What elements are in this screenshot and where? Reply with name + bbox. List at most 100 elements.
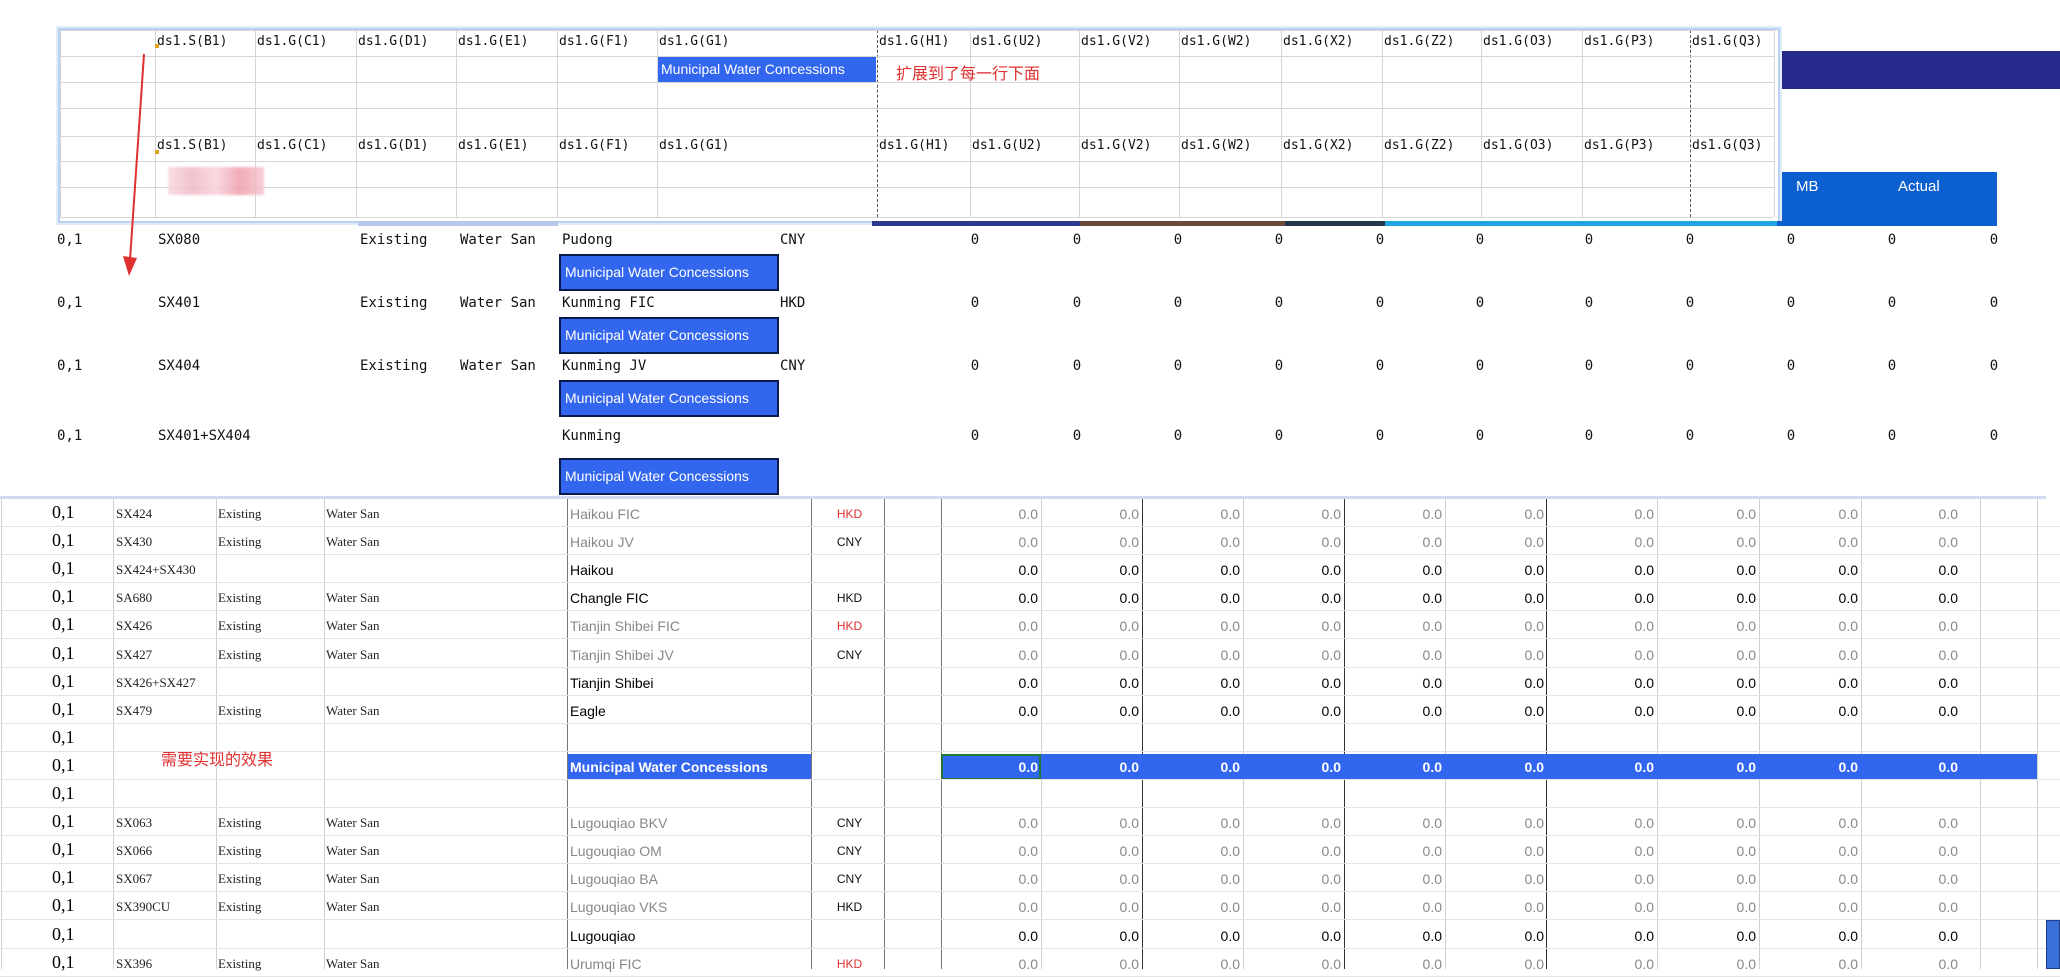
row-value[interactable]: 0.0	[1768, 836, 1858, 864]
row-value[interactable]: 0.0	[1251, 668, 1341, 696]
row-value[interactable]: 0.0	[1768, 696, 1858, 724]
row-value[interactable]: 0.0	[1454, 892, 1544, 920]
template-header-cell[interactable]: ds1.G(V2)	[1081, 34, 1151, 49]
template-header-cell[interactable]: ds1.S(B1)	[157, 34, 227, 49]
row-value[interactable]: 0.0	[1049, 527, 1139, 555]
template-header-cell[interactable]: ds1.G(C1)	[257, 138, 327, 153]
row-value[interactable]: 0.0	[1150, 949, 1240, 977]
row-value[interactable]: 0.0	[1251, 611, 1341, 639]
row-value[interactable]: 0.0	[1251, 499, 1341, 527]
row-value[interactable]: 0.0	[1564, 668, 1654, 696]
row-value[interactable]: 0.0	[1352, 836, 1442, 864]
row-value[interactable]: 0.0	[1352, 527, 1442, 555]
template-header-cell[interactable]: ds1.G(X2)	[1283, 34, 1353, 49]
row-value[interactable]: 0.0	[1564, 583, 1654, 611]
municipal-water-concessions-cell[interactable]: Municipal Water Concessions	[559, 254, 779, 291]
row-value[interactable]: 0.0	[948, 808, 1038, 836]
row-value[interactable]: 0.0	[1352, 668, 1442, 696]
row-value[interactable]: 0.0	[1049, 696, 1139, 724]
row-value[interactable]: 0.0	[1564, 752, 1654, 780]
template-header-cell[interactable]: ds1.G(U2)	[972, 138, 1042, 153]
template-header-cell[interactable]: ds1.G(D1)	[358, 34, 428, 49]
table-row[interactable]: 0,1 SX067 Existing Water San Lugouqiao BA CNY…	[0, 864, 2060, 892]
row-value[interactable]: 0.0	[1454, 499, 1544, 527]
row-value[interactable]: 0.0	[948, 752, 1038, 780]
row-value[interactable]: 0.0	[1868, 808, 1958, 836]
row-value[interactable]: 0.0	[1049, 836, 1139, 864]
table-row[interactable]: 0,1 SX424+SX430 Haikou 0.0 0.0 0.0 0.0 0.0 0.0 0.…	[0, 555, 2060, 583]
template-header-cell[interactable]: ds1.G(O3)	[1483, 138, 1553, 153]
row-value[interactable]: 0.0	[1768, 921, 1858, 949]
row-value[interactable]: 0.0	[1666, 555, 1756, 583]
row-value[interactable]: 0.0	[1352, 611, 1442, 639]
row-value[interactable]: 0.0	[1454, 864, 1544, 892]
row-value[interactable]: 0.0	[1666, 864, 1756, 892]
row-value[interactable]: 0.0	[1868, 583, 1958, 611]
row-value[interactable]: 0.0	[1868, 864, 1958, 892]
row-value[interactable]: 0.0	[1666, 836, 1756, 864]
row-value[interactable]: 0.0	[1666, 611, 1756, 639]
row-value[interactable]: 0.0	[1251, 864, 1341, 892]
row-value[interactable]: 0.0	[1454, 527, 1544, 555]
row-value[interactable]: 0.0	[1251, 696, 1341, 724]
row-value[interactable]: 0.0	[948, 892, 1038, 920]
row-value[interactable]: 0.0	[1251, 949, 1341, 977]
row-value[interactable]: 0.0	[1454, 696, 1544, 724]
template-header-cell[interactable]: ds1.G(G1)	[659, 138, 729, 153]
row-value[interactable]: 0.0	[1768, 499, 1858, 527]
row-value[interactable]: 0.0	[1666, 668, 1756, 696]
row-value[interactable]: 0.0	[1352, 696, 1442, 724]
row-value[interactable]: 0.0	[948, 836, 1038, 864]
row-value[interactable]: 0.0	[1454, 752, 1544, 780]
row-value[interactable]: 0.0	[1150, 696, 1240, 724]
table-row[interactable]: 0,1 SA680 Existing Water San Changle FIC HKD 0…	[0, 583, 2060, 611]
municipal-water-concessions-cell[interactable]: Municipal Water Concessions	[559, 458, 779, 495]
row-value[interactable]: 0.0	[1150, 752, 1240, 780]
row-value[interactable]: 0.0	[1564, 921, 1654, 949]
row-value[interactable]: 0.0	[1564, 808, 1654, 836]
row-value[interactable]: 0.0	[1352, 921, 1442, 949]
row-value[interactable]: 0.0	[1454, 611, 1544, 639]
row-value[interactable]: 0.0	[948, 921, 1038, 949]
template-header-cell[interactable]: ds1.G(O3)	[1483, 34, 1553, 49]
row-value[interactable]: 0.0	[1352, 808, 1442, 836]
row-value[interactable]: 0.0	[1454, 836, 1544, 864]
row-value[interactable]: 0.0	[1049, 583, 1139, 611]
table-row[interactable]: 0,1	[0, 724, 2060, 752]
row-value[interactable]: 0.0	[1352, 752, 1442, 780]
table-row[interactable]: 0,1 SX390CU Existing Water San Lugouqiao VKS…	[0, 892, 2060, 920]
row-value[interactable]: 0.0	[1564, 949, 1654, 977]
template-header-cell[interactable]: ds1.G(W2)	[1181, 34, 1251, 49]
template-header-cell[interactable]: ds1.G(W2)	[1181, 138, 1251, 153]
row-value[interactable]: 0.0	[1666, 527, 1756, 555]
row-value[interactable]: 0.0	[1352, 499, 1442, 527]
row-value[interactable]: 0.0	[1251, 583, 1341, 611]
row-value[interactable]: 0.0	[1768, 640, 1858, 668]
row-value[interactable]: 0.0	[1768, 864, 1858, 892]
row-value[interactable]: 0.0	[1768, 752, 1858, 780]
row-value[interactable]: 0.0	[1868, 668, 1958, 696]
row-value[interactable]: 0.0	[1768, 808, 1858, 836]
row-value[interactable]: 0.0	[1049, 640, 1139, 668]
row-value[interactable]: 0.0	[1868, 527, 1958, 555]
row-value[interactable]: 0.0	[1666, 892, 1756, 920]
template-header-cell[interactable]: ds1.G(Z2)	[1384, 34, 1454, 49]
row-value[interactable]: 0.0	[1666, 583, 1756, 611]
template-header-cell[interactable]: ds1.G(P3)	[1584, 138, 1654, 153]
row-value[interactable]: 0.0	[1150, 611, 1240, 639]
table-row[interactable]: 0,1 SX426+SX427 Tianjin Shibei 0.0 0.0 0.0 0.0…	[0, 668, 2060, 696]
row-value[interactable]: 0.0	[1768, 611, 1858, 639]
row-value[interactable]: 0.0	[1454, 555, 1544, 583]
row-value[interactable]: 0.0	[1049, 808, 1139, 836]
row-value[interactable]: 0.0	[1049, 752, 1139, 780]
row-value[interactable]: 0.0	[1868, 555, 1958, 583]
row-value[interactable]: 0.0	[1454, 640, 1544, 668]
table-row[interactable]: 0,1	[0, 780, 2060, 808]
row-value[interactable]: 0.0	[1049, 949, 1139, 977]
row-value[interactable]: 0.0	[1352, 864, 1442, 892]
row-value[interactable]: 0.0	[1666, 921, 1756, 949]
template-group-cell[interactable]: Municipal Water Concessions	[658, 57, 876, 82]
row-value[interactable]: 0.0	[948, 611, 1038, 639]
row-value[interactable]: 0.0	[1251, 752, 1341, 780]
row-value[interactable]: 0.0	[1352, 640, 1442, 668]
